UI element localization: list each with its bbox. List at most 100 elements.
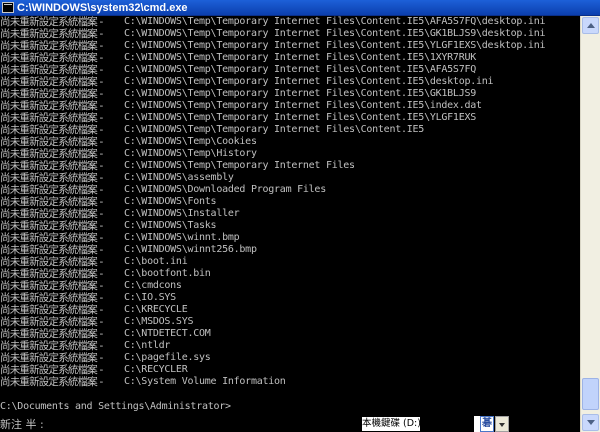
console-line: 尚未重新設定系統檔案 - C:\WINDOWS\Temp\Cookies xyxy=(0,136,257,148)
ime-mode-indicator[interactable]: 新注 半 : xyxy=(0,416,44,432)
console-output[interactable]: 尚未重新設定系統檔案 - C:\WINDOWS\Temp\Temporary I… xyxy=(0,16,580,416)
file-path: C:\WINDOWS\winnt256.bmp xyxy=(124,244,257,255)
vertical-scrollbar[interactable] xyxy=(580,16,600,432)
status-text: 尚未重新設定系統檔案 - xyxy=(0,376,106,388)
file-path: C:\WINDOWS\Downloaded Program Files xyxy=(124,184,326,195)
file-path: C:\WINDOWS\Temp\Temporary Internet Files… xyxy=(124,124,425,135)
scroll-up-button[interactable] xyxy=(582,17,599,34)
console-line: 尚未重新設定系統檔案 - C:\WINDOWS\Fonts xyxy=(0,196,217,208)
console-line: 尚未重新設定系統檔案 - C:\pagefile.sys xyxy=(0,352,211,364)
command-prompt[interactable]: C:\Documents and Settings\Administrator> xyxy=(0,401,231,413)
status-text: 尚未重新設定系統檔案 - xyxy=(0,172,106,184)
file-path: C:\System Volume Information xyxy=(124,376,286,387)
file-path: C:\WINDOWS\Temp\Temporary Internet Files… xyxy=(124,52,477,63)
status-text: 尚未重新設定系統檔案 - xyxy=(0,184,106,196)
file-path: C:\WINDOWS\Temp\Temporary Internet Files… xyxy=(124,28,546,39)
console-line: 尚未重新設定系統檔案 - C:\RECYCLER xyxy=(0,364,188,376)
console-line: 尚未重新設定系統檔案 - C:\System Volume Informatio… xyxy=(0,376,286,388)
ime-name-label: 本機鍵碟 (D:) xyxy=(362,417,420,431)
console-line: 尚未重新設定系統檔案 - C:\WINDOWS\Temp\History xyxy=(0,148,257,160)
console-line: 尚未重新設定系統檔案 - C:\MSDOS.SYS xyxy=(0,316,194,328)
file-path: C:\WINDOWS\Temp\Temporary Internet Files… xyxy=(124,88,477,99)
file-path: C:\WINDOWS\Fonts xyxy=(124,196,217,207)
arrow-up-icon xyxy=(587,23,595,28)
console-line: 尚未重新設定系統檔案 - C:\WINDOWS\Downloaded Progr… xyxy=(0,184,326,196)
console-line: 尚未重新設定系統檔案 - C:\WINDOWS\Temp\Temporary I… xyxy=(0,52,476,64)
file-path: C:\pagefile.sys xyxy=(124,352,211,363)
status-text: 尚未重新設定系統檔案 - xyxy=(0,40,106,52)
console-line: 尚未重新設定系統檔案 - C:\WINDOWS\Temp\Temporary I… xyxy=(0,88,476,100)
console-line: 尚未重新設定系統檔案 - C:\WINDOWS\winnt.bmp xyxy=(0,232,240,244)
console-line: 尚未重新設定系統檔案 - C:\WINDOWS\Temp\Temporary I… xyxy=(0,40,546,52)
file-path: C:\WINDOWS\winnt.bmp xyxy=(124,232,240,243)
status-text: 尚未重新設定系統檔案 - xyxy=(0,364,106,376)
file-path: C:\IO.SYS xyxy=(124,292,176,303)
arrow-down-icon xyxy=(587,420,595,425)
status-text: 尚未重新設定系統檔案 - xyxy=(0,316,106,328)
file-path: C:\WINDOWS\assembly xyxy=(124,172,234,183)
status-text: 尚未重新設定系統檔案 - xyxy=(0,292,106,304)
status-text: 尚未重新設定系統檔案 - xyxy=(0,208,106,220)
status-text: 尚未重新設定系統檔案 - xyxy=(0,340,106,352)
file-path: C:\ntldr xyxy=(124,340,171,351)
status-text: 尚未重新設定系統檔案 - xyxy=(0,160,106,172)
file-path: C:\WINDOWS\Temp\Temporary Internet Files… xyxy=(124,40,546,51)
status-text: 尚未重新設定系統檔案 - xyxy=(0,220,106,232)
file-path: C:\bootfont.bin xyxy=(124,268,211,279)
file-path: C:\WINDOWS\Temp\History xyxy=(124,148,257,159)
file-path: C:\WINDOWS\Temp\Temporary Internet Files xyxy=(124,160,355,171)
file-path: C:\KRECYCLE xyxy=(124,304,188,315)
status-text: 尚未重新設定系統檔案 - xyxy=(0,76,106,88)
file-path: C:\WINDOWS\Installer xyxy=(124,208,240,219)
status-text: 尚未重新設定系統檔案 - xyxy=(0,352,106,364)
console-line: 尚未重新設定系統檔案 - C:\NTDETECT.COM xyxy=(0,328,211,340)
status-text: 尚未重新設定系統檔案 - xyxy=(0,148,106,160)
status-text: 尚未重新設定系統檔案 - xyxy=(0,304,106,316)
console-line: 尚未重新設定系統檔案 - C:\WINDOWS\winnt256.bmp xyxy=(0,244,257,256)
status-text: 尚未重新設定系統檔案 - xyxy=(0,88,106,100)
status-text: 尚未重新設定系統檔案 - xyxy=(0,52,106,64)
ime-menu-arrow-icon[interactable] xyxy=(495,416,509,432)
cmd-app-icon[interactable] xyxy=(2,2,14,13)
title-bar[interactable]: C:\WINDOWS\system32\cmd.exe xyxy=(0,0,600,16)
file-path: C:\RECYCLER xyxy=(124,364,188,375)
status-text: 尚未重新設定系統檔案 - xyxy=(0,280,106,292)
status-text: 尚未重新設定系統檔案 - xyxy=(0,244,106,256)
console-line: 尚未重新設定系統檔案 - C:\WINDOWS\Installer xyxy=(0,208,240,220)
status-text: 尚未重新設定系統檔案 - xyxy=(0,232,106,244)
ime-toggle-button[interactable]: 碁 xyxy=(480,416,494,432)
status-text: 尚未重新設定系統檔案 - xyxy=(0,328,106,340)
status-text: 尚未重新設定系統檔案 - xyxy=(0,64,106,76)
file-path: C:\cmdcons xyxy=(124,280,182,291)
ime-status-bar: 新注 半 : 本機鍵碟 (D:) 碁 xyxy=(0,416,580,432)
status-text: 尚未重新設定系統檔案 - xyxy=(0,124,106,136)
scrollbar-thumb[interactable] xyxy=(582,378,599,410)
console-line: 尚未重新設定系統檔案 - C:\WINDOWS\Tasks xyxy=(0,220,217,232)
file-path: C:\WINDOWS\Temp\Temporary Internet Files… xyxy=(124,112,477,123)
status-text: 尚未重新設定系統檔案 - xyxy=(0,100,106,112)
window-title: C:\WINDOWS\system32\cmd.exe xyxy=(17,2,188,14)
file-path: C:\WINDOWS\Temp\Temporary Internet Files… xyxy=(124,76,494,87)
file-path: C:\WINDOWS\Temp\Temporary Internet Files… xyxy=(124,100,482,111)
status-text: 尚未重新設定系統檔案 - xyxy=(0,136,106,148)
console-line: 尚未重新設定系統檔案 - C:\WINDOWS\Temp\Temporary I… xyxy=(0,76,494,88)
console-line: 尚未重新設定系統檔案 - C:\WINDOWS\Temp\Temporary I… xyxy=(0,28,546,40)
console-line: 尚未重新設定系統檔案 - C:\boot.ini xyxy=(0,256,188,268)
console-line: 尚未重新設定系統檔案 - C:\WINDOWS\Temp\Temporary I… xyxy=(0,112,476,124)
status-text: 尚未重新設定系統檔案 - xyxy=(0,112,106,124)
file-path: C:\boot.ini xyxy=(124,256,188,267)
file-path: C:\WINDOWS\Temp\Temporary Internet Files… xyxy=(124,16,546,27)
console-line: 尚未重新設定系統檔案 - C:\WINDOWS\Temp\Temporary I… xyxy=(0,160,355,172)
scroll-down-button[interactable] xyxy=(582,414,599,431)
status-text: 尚未重新設定系統檔案 - xyxy=(0,28,106,40)
console-line: 尚未重新設定系統檔案 - C:\bootfont.bin xyxy=(0,268,211,280)
status-text: 尚未重新設定系統檔案 - xyxy=(0,268,106,280)
status-text: 尚未重新設定系統檔案 - xyxy=(0,16,106,28)
file-path: C:\MSDOS.SYS xyxy=(124,316,194,327)
file-path: C:\NTDETECT.COM xyxy=(124,328,211,339)
status-text: 尚未重新設定系統檔案 - xyxy=(0,196,106,208)
console-line: 尚未重新設定系統檔案 - C:\KRECYCLE xyxy=(0,304,188,316)
console-line: 尚未重新設定系統檔案 - C:\WINDOWS\Temp\Temporary I… xyxy=(0,64,476,76)
file-path: C:\WINDOWS\Tasks xyxy=(124,220,217,231)
console-line: 尚未重新設定系統檔案 - C:\cmdcons xyxy=(0,280,182,292)
